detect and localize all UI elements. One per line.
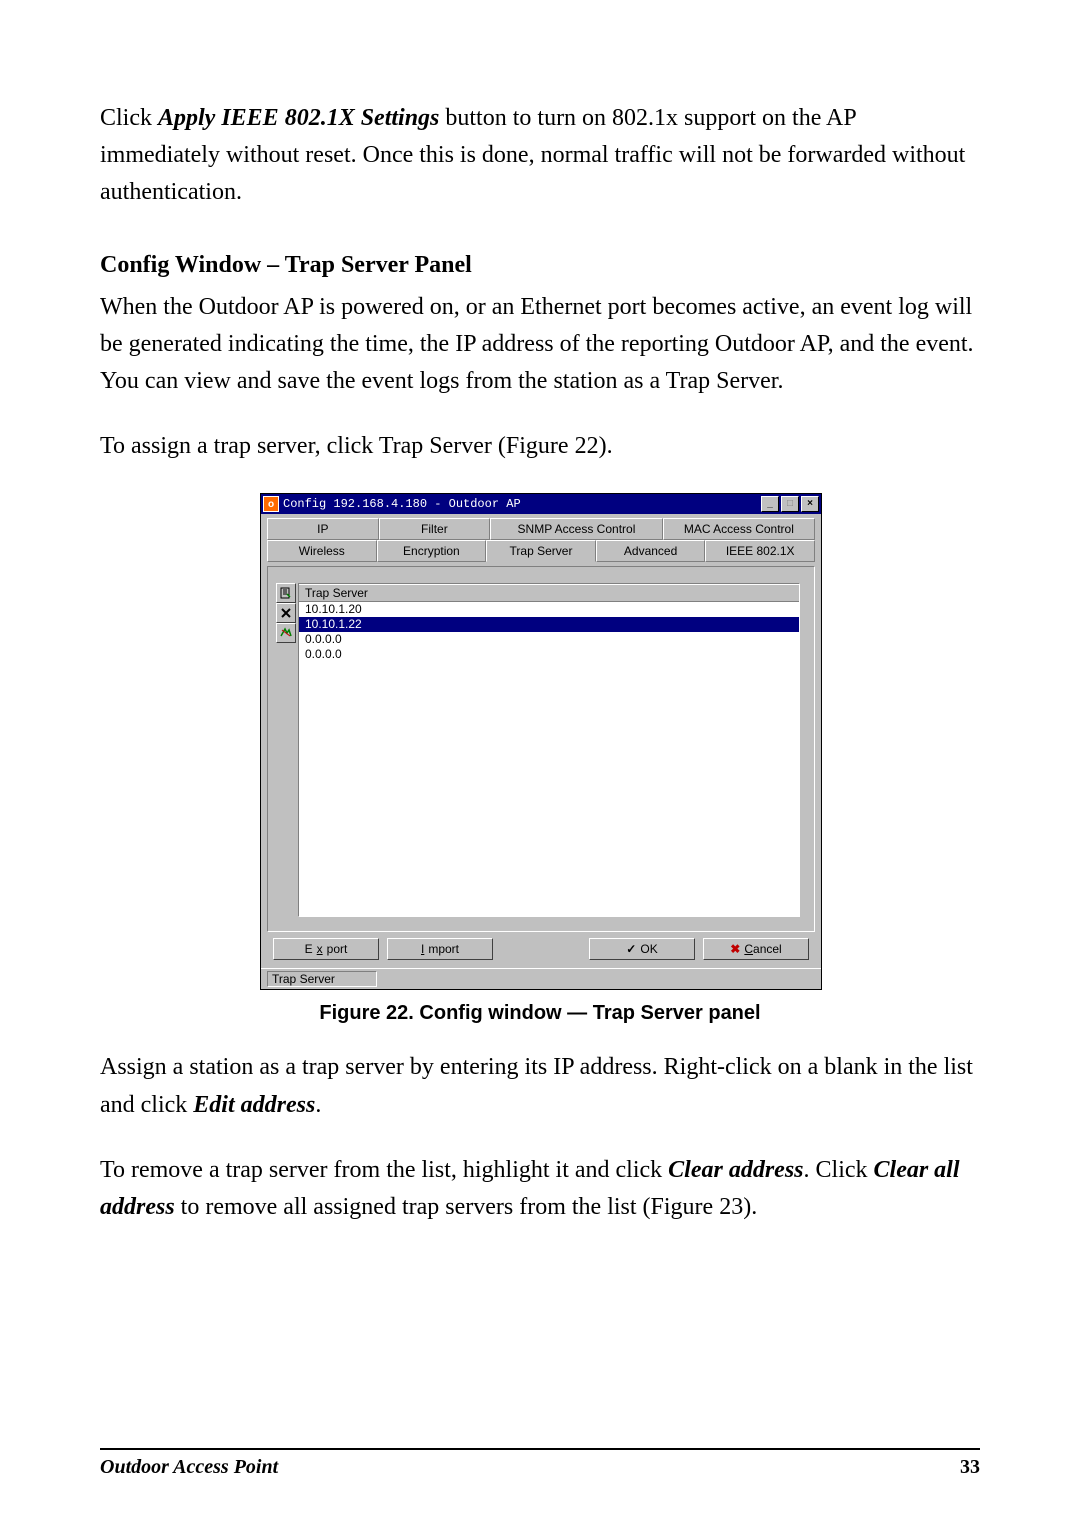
figure-22: o Config 192.168.4.180 - Outdoor AP _ □ … [260,493,820,990]
trap-server-list[interactable]: Trap Server 10.10.1.20 10.10.1.22 0.0.0.… [298,583,800,917]
clear-address-icon [280,607,292,619]
list-item[interactable]: 0.0.0.0 [299,647,799,662]
list-item[interactable]: 0.0.0.0 [299,632,799,647]
paragraph-trap-assign: To assign a trap server, click Trap Serv… [100,428,980,465]
paragraph-apply: Click Apply IEEE 802.1X Settings button … [100,100,980,212]
status-text: Trap Server [267,971,377,987]
paragraph-trap-desc: When the Outdoor AP is powered on, or an… [100,289,980,401]
list-header[interactable]: Trap Server [299,584,799,602]
paragraph-remove-trap: To remove a trap server from the list, h… [100,1152,980,1226]
tab-advanced[interactable]: Advanced [596,540,706,562]
export-button[interactable]: Export [273,938,379,960]
button-row: Export Import ✓ OK ✖ Cancel [261,938,821,968]
tab-ieee-8021x[interactable]: IEEE 802.1X [705,540,815,562]
clear-all-addresses-button[interactable] [276,623,296,643]
figure-caption: Figure 22. Config window — Trap Server p… [100,1002,980,1025]
section-heading-trap-server: Config Window – Trap Server Panel [100,252,980,279]
list-item[interactable]: 10.10.1.22 [299,617,799,632]
edit-address-button[interactable] [276,583,296,603]
tab-filter[interactable]: Filter [379,518,491,540]
page-footer: Outdoor Access Point 33 [100,1448,980,1479]
status-bar: Trap Server [261,968,821,989]
ok-button[interactable]: ✓ OK [589,938,695,960]
footer-title: Outdoor Access Point [100,1456,278,1479]
close-button[interactable]: × [801,496,819,512]
config-window: o Config 192.168.4.180 - Outdoor AP _ □ … [260,493,822,990]
window-titlebar[interactable]: o Config 192.168.4.180 - Outdoor AP _ □ … [261,494,821,514]
edit-address-label: Edit address [193,1092,315,1118]
apply-settings-label: Apply IEEE 802.1X Settings [158,105,439,131]
minimize-button[interactable]: _ [761,496,779,512]
tab-ip[interactable]: IP [267,518,379,540]
clear-address-button[interactable] [276,603,296,623]
clear-address-label: Clear address [668,1157,803,1183]
maximize-button[interactable]: □ [781,496,799,512]
tab-snmp-access-control[interactable]: SNMP Access Control [490,518,663,540]
tab-strip: IP Filter SNMP Access Control MAC Access… [261,514,821,562]
import-button[interactable]: Import [387,938,493,960]
list-item[interactable]: 10.10.1.20 [299,602,799,617]
cancel-button[interactable]: ✖ Cancel [703,938,809,960]
tab-wireless[interactable]: Wireless [267,540,377,562]
tab-trap-server[interactable]: Trap Server [486,540,596,562]
app-icon: o [263,496,279,512]
window-title: Config 192.168.4.180 - Outdoor AP [283,497,759,511]
check-icon: ✓ [626,942,636,956]
side-toolbar [276,583,296,643]
paragraph-assign-station: Assign a station as a trap server by ent… [100,1049,980,1123]
clear-all-addresses-icon [280,627,292,639]
x-icon: ✖ [730,942,740,956]
page-number: 33 [960,1456,980,1479]
tab-encryption[interactable]: Encryption [377,540,487,562]
edit-address-icon [280,587,292,599]
tab-mac-access-control[interactable]: MAC Access Control [663,518,815,540]
trap-server-panel: Trap Server 10.10.1.20 10.10.1.22 0.0.0.… [267,566,815,932]
